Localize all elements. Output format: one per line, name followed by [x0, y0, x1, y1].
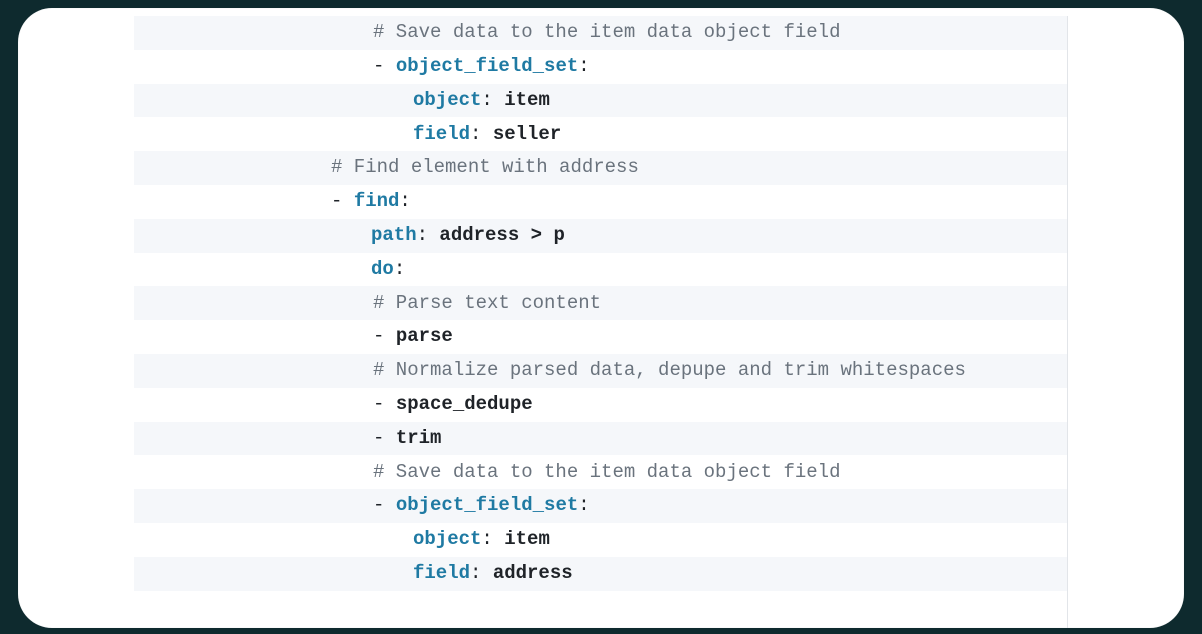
- yaml-key: field: [413, 557, 470, 590]
- yaml-dash: -: [373, 388, 396, 421]
- code-line: # Save data to the item data object fiel…: [134, 16, 1067, 50]
- code-line: object: item: [134, 523, 1067, 557]
- code-line: # Save data to the item data object fiel…: [134, 455, 1067, 489]
- yaml-value: address > p: [439, 219, 564, 252]
- code-line: - find:: [134, 185, 1067, 219]
- yaml-key: object_field_set: [396, 50, 578, 83]
- code-line: # Normalize parsed data, depupe and trim…: [134, 354, 1067, 388]
- code-line: object: item: [134, 84, 1067, 118]
- yaml-dash: -: [373, 489, 396, 522]
- yaml-colon: :: [417, 219, 440, 252]
- code-line: - object_field_set:: [134, 50, 1067, 84]
- yaml-value: parse: [396, 320, 453, 353]
- comment-text: # Save data to the item data object fiel…: [373, 456, 840, 489]
- yaml-colon: :: [399, 185, 410, 218]
- yaml-colon: :: [394, 253, 405, 286]
- yaml-key: field: [413, 118, 470, 151]
- yaml-key: object: [413, 84, 481, 117]
- yaml-colon: :: [470, 118, 493, 151]
- yaml-colon: :: [578, 489, 589, 522]
- code-line: # Parse text content: [134, 286, 1067, 320]
- yaml-value: address: [493, 557, 573, 590]
- yaml-value: seller: [493, 118, 561, 151]
- yaml-key: object: [413, 523, 481, 556]
- comment-text: # Normalize parsed data, depupe and trim…: [373, 354, 966, 387]
- yaml-colon: :: [481, 84, 504, 117]
- yaml-value: space_dedupe: [396, 388, 533, 421]
- code-line: do:: [134, 253, 1067, 287]
- yaml-colon: :: [578, 50, 589, 83]
- yaml-dash: -: [373, 50, 396, 83]
- code-line: - trim: [134, 422, 1067, 456]
- code-line: - parse: [134, 320, 1067, 354]
- yaml-colon: :: [470, 557, 493, 590]
- comment-text: # Parse text content: [373, 287, 601, 320]
- yaml-dash: -: [331, 185, 354, 218]
- yaml-value: trim: [396, 422, 442, 455]
- yaml-key: do: [371, 253, 394, 286]
- code-line: - object_field_set:: [134, 489, 1067, 523]
- yaml-key: object_field_set: [396, 489, 578, 522]
- comment-text: # Save data to the item data object fiel…: [373, 16, 840, 49]
- code-line: path: address > p: [134, 219, 1067, 253]
- yaml-dash: -: [373, 422, 396, 455]
- code-line: field: address: [134, 557, 1067, 591]
- yaml-colon: :: [481, 523, 504, 556]
- comment-text: # Find element with address: [331, 151, 639, 184]
- yaml-key: path: [371, 219, 417, 252]
- code-line: - space_dedupe: [134, 388, 1067, 422]
- yaml-value: item: [504, 523, 550, 556]
- yaml-key: find: [354, 185, 400, 218]
- code-block: # Save data to the item data object fiel…: [134, 16, 1068, 628]
- code-line: field: seller: [134, 117, 1067, 151]
- yaml-value: item: [504, 84, 550, 117]
- code-card: # Save data to the item data object fiel…: [18, 8, 1184, 628]
- yaml-dash: -: [373, 320, 396, 353]
- code-line: # Find element with address: [134, 151, 1067, 185]
